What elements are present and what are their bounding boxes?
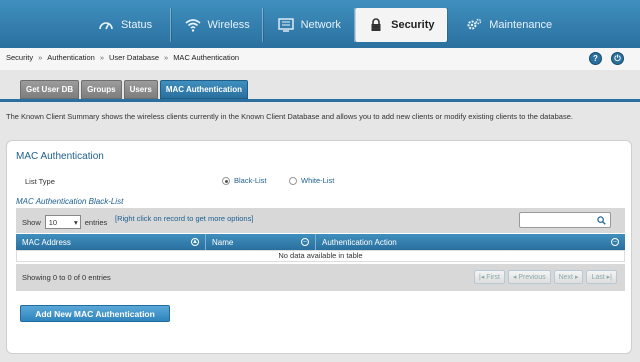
column-authentication-action[interactable]: Authentication Action – [316, 234, 625, 250]
top-navigation: Status Wireless Network Security Mainten… [0, 0, 640, 50]
column-label: Authentication Action [322, 237, 397, 247]
page-size-control: Show 10 ▾ entries [22, 215, 107, 229]
table-toolbar: Show 10 ▾ entries [Right click on record… [16, 208, 625, 233]
search-icon [597, 216, 606, 225]
next-page-button[interactable]: Next ▸ [553, 270, 584, 284]
nav-security[interactable]: Security [355, 8, 448, 42]
radio-selected-icon[interactable] [222, 176, 230, 185]
sub-tabs: Get User DB Groups Users MAC Authenticat… [20, 80, 248, 99]
table-subtitle: MAC Authentication Black-List [16, 197, 124, 206]
next-label: Next [558, 273, 573, 281]
column-name[interactable]: Name – [206, 234, 316, 250]
radio-unselected-icon[interactable] [289, 176, 297, 185]
search-input[interactable] [519, 212, 611, 228]
entries-info: Showing 0 to 0 of 0 entries [22, 273, 111, 282]
column-label: Name [212, 237, 234, 247]
breadcrumb: Security » Authentication » User Database » MA… [6, 53, 239, 62]
breadcrumb-item[interactable]: User Database [109, 53, 159, 62]
mac-auth-panel: MAC Authentication List Type Black-List … [6, 140, 632, 354]
last-label: Last [591, 273, 605, 281]
previous-page-button[interactable]: ◂ Previous [507, 270, 551, 284]
last-page-button[interactable]: Last ▸| [586, 270, 617, 284]
sort-asc-icon: ▲ [191, 238, 199, 246]
tab-users[interactable]: Users [123, 80, 158, 99]
sort-icon: – [611, 238, 619, 246]
tab-groups[interactable]: Groups [81, 80, 122, 99]
show-label: Show [22, 217, 41, 227]
main-menu: Status Wireless Network Security Mainten… [80, 8, 570, 42]
nav-wireless-label: Wireless [207, 19, 250, 31]
breadcrumb-separator: » [38, 53, 43, 62]
first-label: First [486, 273, 500, 281]
help-icon[interactable]: ? [589, 52, 602, 65]
tab-underline [0, 99, 640, 102]
radio-black-list-label: Black-List [234, 176, 267, 185]
nav-maintenance[interactable]: Maintenance [447, 8, 570, 42]
nav-security-label: Security [391, 19, 435, 31]
tab-mac-authentication[interactable]: MAC Authentication [159, 80, 248, 99]
gears-icon [467, 18, 482, 30]
add-mac-authentication-button[interactable]: Add New MAC Authentication [20, 305, 170, 322]
table-footer: Showing 0 to 0 of 0 entries |◂ First ◂ P… [16, 264, 625, 291]
empty-table-row: No data available in table [16, 250, 625, 262]
tab-get-user-db[interactable]: Get User DB [20, 80, 80, 99]
lock-icon [371, 18, 381, 31]
column-mac-address[interactable]: MAC Address ▲ [16, 234, 206, 250]
nav-network-label: Network [300, 19, 341, 31]
nav-maintenance-label: Maintenance [489, 19, 553, 31]
page-size-select[interactable]: 10 ▾ [44, 215, 81, 229]
breadcrumb-separator: » [99, 53, 104, 62]
chevron-down-icon: ▾ [74, 217, 78, 227]
pagination: |◂ First ◂ Previous Next ▸ Last ▸| [473, 270, 617, 284]
radio-white-list-label: White-List [301, 176, 335, 185]
logout-icon[interactable]: ⏻ [611, 52, 624, 65]
page-size-value: 10 [48, 217, 58, 227]
sort-icon: – [301, 238, 309, 246]
right-click-hint: [Right click on record to get more optio… [115, 214, 254, 223]
list-type-label: List Type [25, 177, 55, 186]
breadcrumb-item[interactable]: Authentication [47, 53, 95, 62]
next-icon: ▸ [574, 274, 579, 281]
first-page-button[interactable]: |◂ First [473, 270, 505, 284]
panel-title: MAC Authentication [16, 151, 104, 162]
first-icon: |◂ [478, 274, 485, 281]
breadcrumb-current: MAC Authentication [173, 53, 240, 62]
gauge-icon [99, 22, 113, 30]
column-label: MAC Address [22, 237, 71, 247]
breadcrumb-bar: Security » Authentication » User Database » MA… [0, 48, 640, 70]
previous-icon: ◂ [512, 274, 517, 281]
previous-label: Previous [518, 273, 546, 281]
nav-network[interactable]: Network [263, 8, 356, 42]
nav-status-label: Status [120, 19, 153, 31]
wifi-icon [185, 19, 201, 32]
table-header: MAC Address ▲ Name – Authentication Acti… [16, 234, 625, 250]
entries-label: entries [84, 217, 108, 227]
radio-black-list[interactable]: Black-List [222, 176, 267, 185]
nav-status[interactable]: Status [80, 8, 172, 42]
breadcrumb-separator: » [164, 53, 169, 62]
network-icon [277, 18, 294, 32]
page-description: The Known Client Summary shows the wirel… [6, 112, 573, 121]
radio-white-list[interactable]: White-List [289, 176, 334, 185]
last-icon: ▸| [606, 274, 612, 281]
breadcrumb-item[interactable]: Security [6, 53, 33, 62]
nav-wireless[interactable]: Wireless [171, 8, 264, 42]
